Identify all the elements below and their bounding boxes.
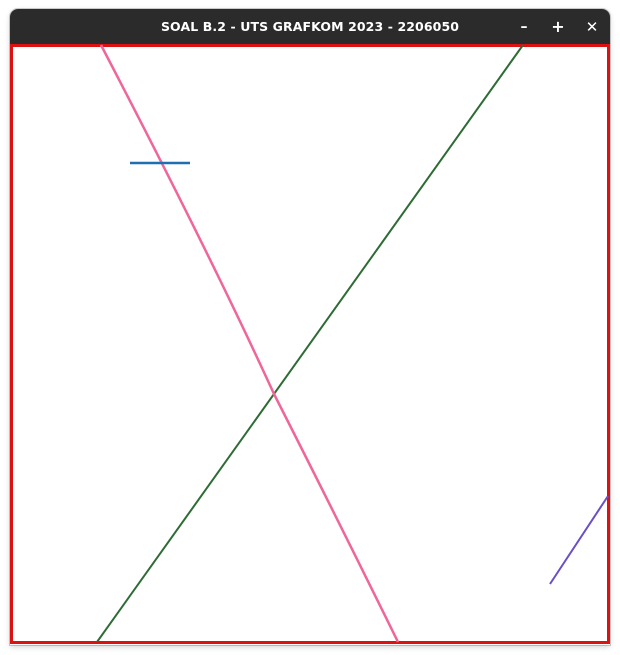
maximize-button[interactable]: + <box>547 16 569 38</box>
green-diagonal-line <box>96 44 524 643</box>
drawing-surface <box>10 44 610 644</box>
title-bar[interactable]: SOAL B.2 - UTS GRAFKOM 2023 - 2206050 – … <box>10 9 610 44</box>
purple-short-line <box>549 495 609 585</box>
maximize-icon: + <box>551 17 565 36</box>
pink-curve <box>99 44 400 643</box>
minimize-button[interactable]: – <box>513 16 535 38</box>
app-window: SOAL B.2 - UTS GRAFKOM 2023 - 2206050 – … <box>10 9 610 645</box>
close-icon: ✕ <box>585 18 599 36</box>
minimize-icon: – <box>520 19 528 35</box>
close-button[interactable]: ✕ <box>581 16 603 38</box>
drawing-canvas[interactable] <box>10 44 610 645</box>
